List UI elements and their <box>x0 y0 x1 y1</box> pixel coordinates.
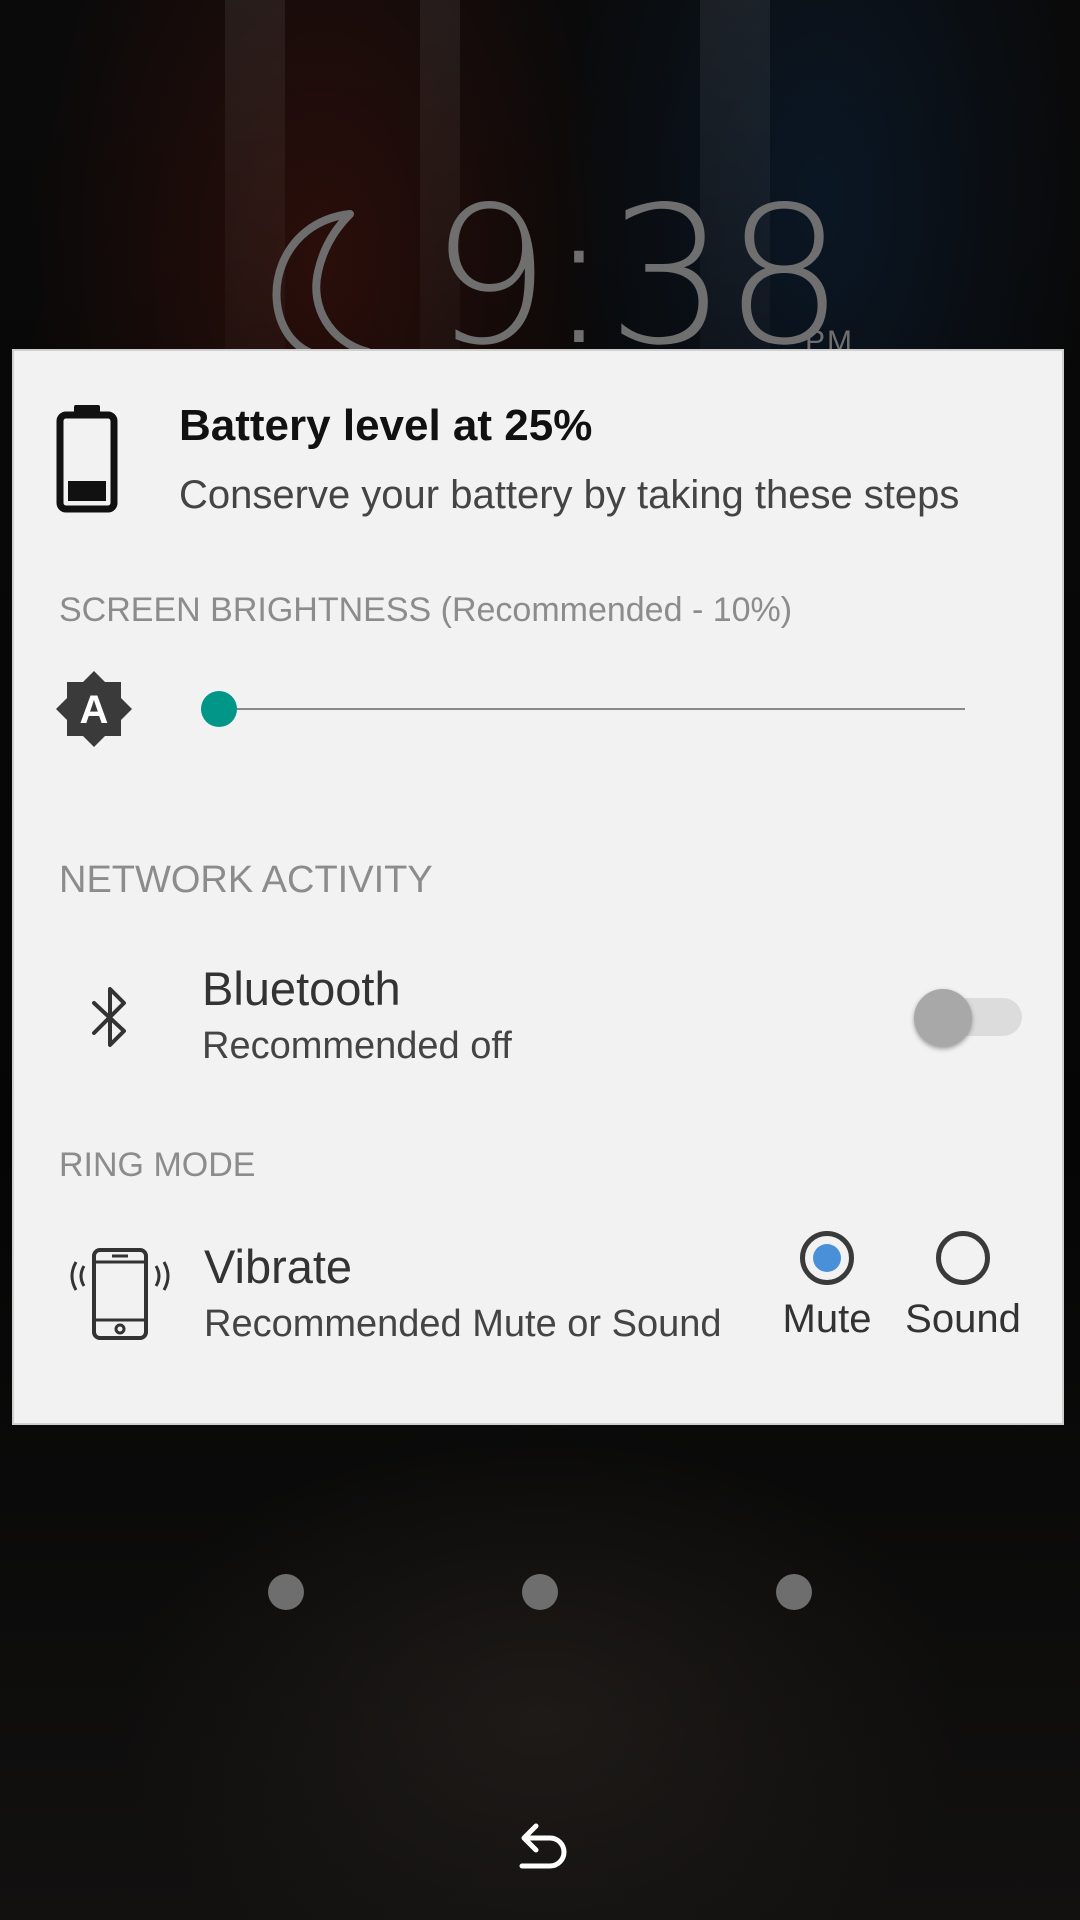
bluetooth-icon <box>92 987 126 1047</box>
ring-mode-subtitle: Recommended Mute or Sound <box>204 1303 722 1345</box>
slider-track <box>219 708 965 710</box>
moon-icon <box>272 210 372 363</box>
lock-clock: 9:38 PM <box>250 182 890 372</box>
back-arrow-icon[interactable] <box>512 1820 568 1876</box>
svg-text:A: A <box>80 688 109 732</box>
sound-radio[interactable] <box>936 1231 990 1285</box>
pager-dot <box>268 1574 304 1610</box>
brightness-header: SCREEN BRIGHTNESS (Recommended - 10%) <box>59 591 793 629</box>
lock-screen: 9:38 PM Battery level at 25% Conserve yo… <box>0 0 1080 1920</box>
slider-thumb[interactable] <box>201 691 237 727</box>
pager-dot <box>522 1574 558 1610</box>
clock-time: 9:38 <box>430 166 845 387</box>
auto-brightness-icon: A <box>56 671 132 747</box>
mute-radio[interactable] <box>800 1231 854 1285</box>
sound-label[interactable]: Sound <box>900 1297 1026 1342</box>
battery-saver-dialog: Battery level at 25% Conserve your batte… <box>12 349 1064 1425</box>
bluetooth-title: Bluetooth <box>202 962 401 1015</box>
brightness-slider[interactable] <box>201 689 977 729</box>
bluetooth-subtitle: Recommended off <box>202 1025 512 1067</box>
phone-vibrate-icon <box>70 1248 170 1340</box>
ring-mode-header: RING MODE <box>59 1146 256 1184</box>
dialog-title: Battery level at 25% <box>179 401 593 450</box>
toggle-thumb <box>914 989 972 1047</box>
battery-low-icon <box>56 405 118 513</box>
dialog-subtitle: Conserve your battery by taking these st… <box>179 473 960 517</box>
mute-label[interactable]: Mute <box>774 1297 880 1342</box>
network-activity-header: NETWORK ACTIVITY <box>59 859 433 901</box>
ring-mode-title: Vibrate <box>204 1240 353 1293</box>
bluetooth-toggle[interactable] <box>914 983 1026 1047</box>
pager-dot <box>776 1574 812 1610</box>
